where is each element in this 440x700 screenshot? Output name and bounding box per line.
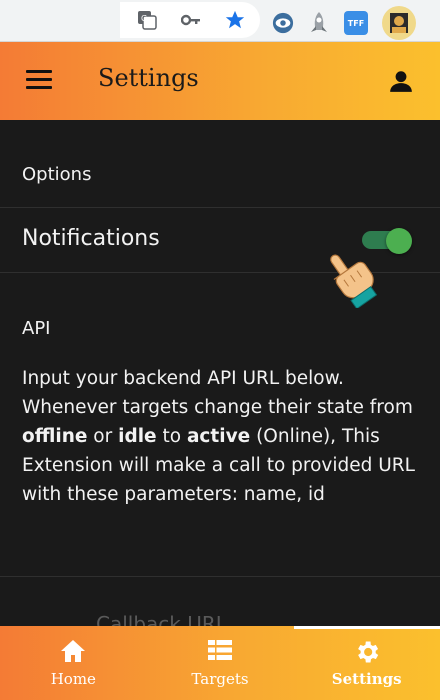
toggle-knob [386,228,412,254]
offline-keyword: offline [22,426,88,447]
account-icon[interactable] [388,68,414,94]
options-section-label: Options [22,164,92,185]
gear-icon [353,638,381,664]
nav-targets[interactable]: Targets [147,626,294,700]
settings-content: Options Notifications API Input your bac… [0,120,440,626]
api-section-label: API [22,318,51,339]
nav-settings[interactable]: Settings [293,626,440,700]
notifications-label: Notifications [22,226,160,251]
tff-badge-text: TFF [347,18,365,28]
active-keyword: active [186,426,251,447]
profile-avatar-icon[interactable] [382,6,416,40]
bottom-nav: Home Targets Settings [0,626,440,700]
nav-home[interactable]: Home [0,626,147,700]
app-header: Settings [0,42,440,120]
callback-url-label[interactable]: Callback URL [96,612,227,626]
nav-targets-label: Targets [191,670,249,688]
eye-extension-icon[interactable] [272,12,294,34]
browser-toolbar: G TFF [0,0,440,42]
rocket-extension-icon[interactable] [308,12,330,34]
svg-text:G: G [141,14,147,23]
key-icon[interactable] [180,9,202,31]
nav-home-label: Home [50,670,96,688]
nav-settings-label: Settings [331,670,402,688]
omnibox-end: G [120,2,260,38]
api-description: Input your backend API URL below. Whenev… [22,368,415,505]
tff-extension-icon[interactable]: TFF [344,11,368,35]
star-icon[interactable] [224,9,246,31]
hamburger-menu-icon[interactable] [26,70,52,90]
pointing-hand-icon [322,248,378,310]
idle-keyword: idle [118,426,157,447]
list-icon [206,638,234,664]
home-icon [59,638,87,664]
translate-icon[interactable]: G [136,9,158,31]
page-title: Settings [98,64,199,92]
divider [0,576,440,577]
